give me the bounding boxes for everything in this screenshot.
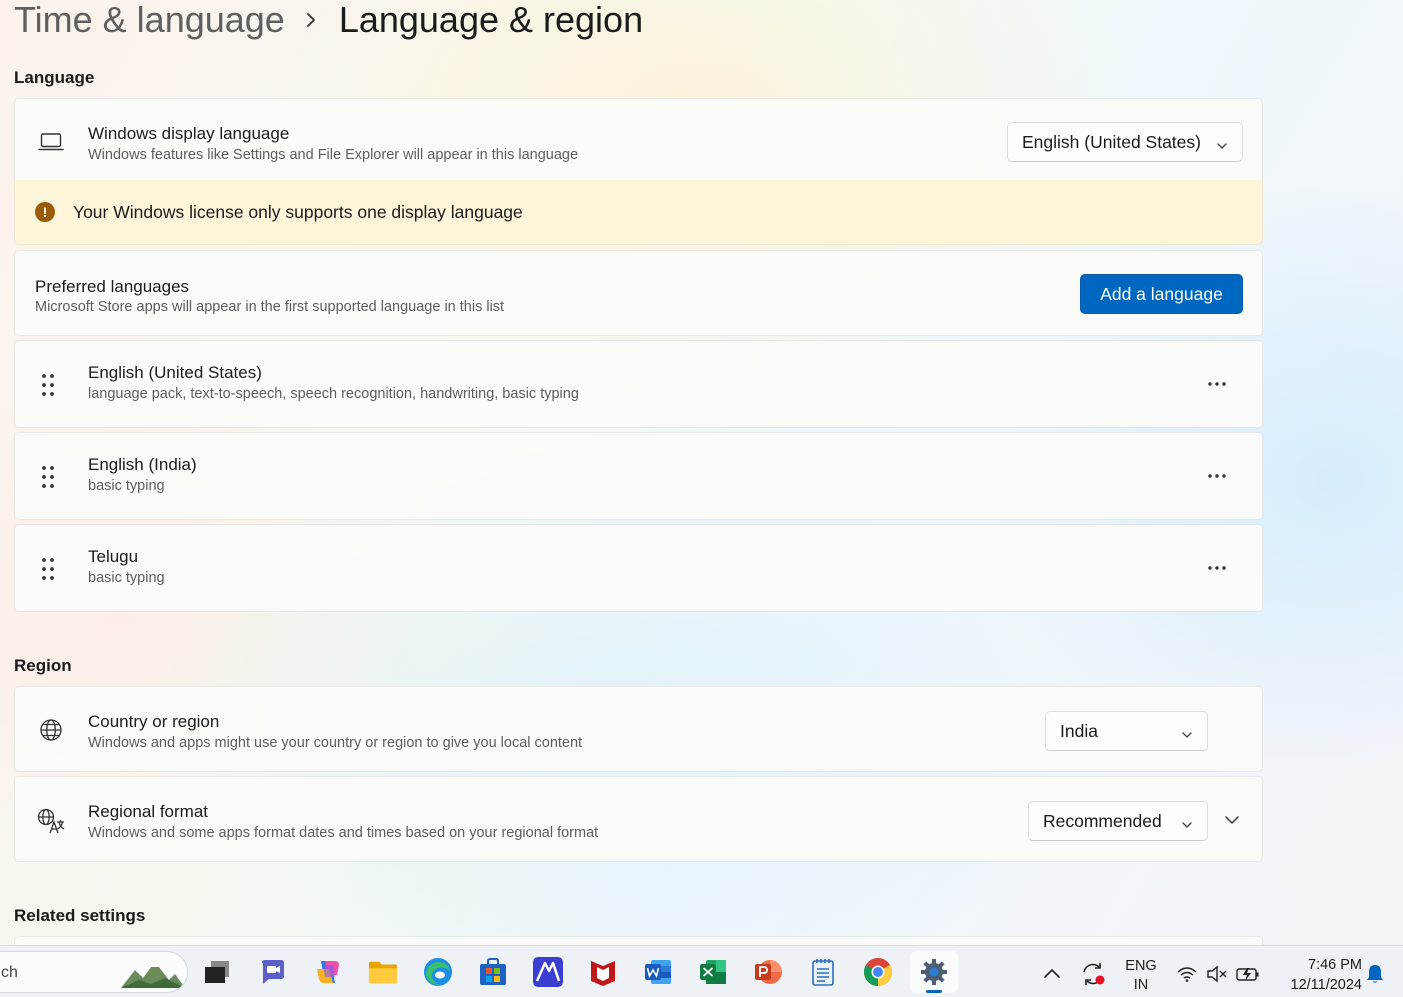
page-title: Language & region <box>338 0 644 40</box>
preferred-languages-card: Preferred languages Microsoft Store apps… <box>14 250 1263 336</box>
chrome-icon[interactable] <box>863 957 893 987</box>
more-options-icon[interactable] <box>1203 555 1231 581</box>
regional-format-icon <box>37 807 65 835</box>
teams-icon[interactable] <box>258 957 288 987</box>
language-row[interactable]: English (United States) language pack, t… <box>14 340 1263 428</box>
display-language-description: Windows features like Settings and File … <box>88 147 579 163</box>
regional-format-dropdown[interactable]: Recommended <box>1028 801 1208 841</box>
language-section-title: Language <box>14 68 95 87</box>
microsoft-store-icon[interactable] <box>478 957 508 987</box>
language-features: basic typing <box>88 570 165 586</box>
license-warning-text: Your Windows license only supports one d… <box>73 202 523 222</box>
chevron-up-icon[interactable] <box>1043 966 1061 984</box>
country-region-dropdown[interactable]: India <box>1045 711 1208 751</box>
battery-charging-icon[interactable] <box>1236 965 1260 988</box>
display-language-card: Windows display language Windows feature… <box>14 98 1263 181</box>
mcafee-icon[interactable] <box>588 957 618 987</box>
breadcrumb-parent-link[interactable]: Time & language <box>14 0 285 41</box>
language-row[interactable]: Telugu basic typing <box>14 524 1263 612</box>
chevron-right-icon <box>305 11 317 29</box>
license-warning-banner: ! Your Windows license only supports one… <box>14 180 1263 245</box>
language-row[interactable]: English (India) basic typing <box>14 432 1263 520</box>
mountains-icon <box>121 958 185 992</box>
wifi-icon[interactable] <box>1176 966 1198 987</box>
language-name: English (United States) <box>88 363 262 382</box>
input-language-top[interactable]: ENG <box>1124 958 1158 974</box>
drag-handle-icon[interactable] <box>40 556 56 587</box>
country-region-value: India <box>1060 720 1098 741</box>
chevron-down-icon <box>1181 725 1193 746</box>
language-name: English (India) <box>88 455 197 474</box>
more-options-icon[interactable] <box>1203 463 1231 489</box>
laptop-icon <box>37 128 65 156</box>
clock-date[interactable]: 12/11/2024 <box>1262 977 1363 993</box>
preferred-languages-description: Microsoft Store apps will appear in the … <box>35 299 505 315</box>
country-region-description: Windows and apps might use your country … <box>88 735 583 751</box>
copilot-icon[interactable] <box>313 957 343 987</box>
chevron-down-icon <box>1181 815 1193 836</box>
drag-handle-icon[interactable] <box>40 372 56 403</box>
regional-format-title: Regional format <box>88 802 209 821</box>
language-features: basic typing <box>88 478 165 494</box>
regional-format-value: Recommended <box>1043 810 1162 831</box>
globe-icon <box>37 716 65 744</box>
folder-icon[interactable] <box>368 957 398 987</box>
input-language-bottom[interactable]: IN <box>1124 977 1158 993</box>
file-manager-icon[interactable] <box>202 957 232 987</box>
taskbar: ch ENG IN 7:46 PM 12/11/2024 <box>0 945 1403 997</box>
word-icon[interactable] <box>643 957 673 987</box>
expand-chevron-icon[interactable] <box>1220 810 1244 830</box>
country-region-title: Country or region <box>88 712 220 731</box>
settings-icon[interactable] <box>910 951 958 993</box>
regional-format-description: Windows and some apps format dates and t… <box>88 825 599 841</box>
display-language-value: English (United States) <box>1022 131 1201 152</box>
chevron-down-icon <box>1216 136 1228 157</box>
display-language-title: Windows display language <box>88 124 290 143</box>
volume-muted-icon[interactable] <box>1206 965 1228 988</box>
edge-icon[interactable] <box>423 957 453 987</box>
drag-handle-icon[interactable] <box>40 464 56 495</box>
breadcrumb: Time & language Language & region <box>14 0 643 46</box>
taskbar-search-text: ch <box>1 964 18 981</box>
region-section-title: Region <box>14 656 72 675</box>
sync-icon[interactable] <box>1081 962 1107 991</box>
country-region-card: Country or region Windows and apps might… <box>14 686 1263 772</box>
more-options-icon[interactable] <box>1203 371 1231 397</box>
notepad-icon[interactable] <box>808 957 838 987</box>
meta-app-icon[interactable] <box>533 957 563 987</box>
display-language-dropdown[interactable]: English (United States) <box>1007 122 1243 162</box>
excel-icon[interactable] <box>698 957 728 987</box>
regional-format-card[interactable]: Regional format Windows and some apps fo… <box>14 776 1263 862</box>
preferred-languages-title: Preferred languages <box>35 277 190 296</box>
active-indicator <box>926 990 942 993</box>
notification-bell-icon[interactable] <box>1366 964 1384 989</box>
taskbar-search-box[interactable]: ch <box>0 951 188 993</box>
powerpoint-icon[interactable] <box>753 957 783 987</box>
language-features: language pack, text-to-speech, speech re… <box>88 386 579 402</box>
add-language-button[interactable]: Add a language <box>1080 274 1243 314</box>
warning-icon: ! <box>35 202 55 222</box>
clock-time[interactable]: 7:46 PM <box>1272 957 1362 973</box>
related-settings-title: Related settings <box>14 906 146 925</box>
language-name: Telugu <box>88 547 139 566</box>
